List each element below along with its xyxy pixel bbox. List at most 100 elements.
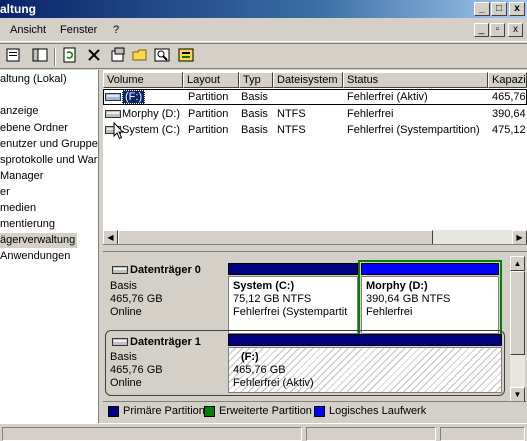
scroll-down-button[interactable]: ▼ xyxy=(510,387,525,402)
partition-status: Fehlerfrei (Aktiv) xyxy=(233,377,314,389)
tree-item-users-groups[interactable]: enutzer und Gruppe xyxy=(0,137,98,152)
volume-name: Morphy (D:) xyxy=(122,108,181,120)
properties-sheet-icon[interactable] xyxy=(108,47,128,67)
partition-bar xyxy=(361,263,499,275)
partition-name: Morphy (D:) xyxy=(366,280,428,292)
partition-body: Morphy (D:) 390,64 GB NTFS Fehlerfrei xyxy=(361,276,499,334)
table-row[interactable]: Morphy (D:) Partition Basis NTFS Fehlerf… xyxy=(103,106,527,122)
volume-kapazitaet: 475,12 G xyxy=(492,124,527,136)
disk-graph-pane[interactable]: Datenträger 0 Basis 465,76 GB Online Sys… xyxy=(103,251,527,423)
toolbar xyxy=(0,43,527,69)
legend-swatch-primary xyxy=(108,406,119,417)
column-header-volume[interactable]: Volume xyxy=(103,72,183,88)
horizontal-scrollbar[interactable]: ◀ ▶ xyxy=(103,230,527,244)
volume-status: Fehlerfrei (Systempartition) xyxy=(347,124,480,136)
status-bar xyxy=(0,423,527,441)
tree-item-removable-media[interactable]: medien xyxy=(0,201,36,216)
legend-label-primary: Primäre Partition xyxy=(123,405,205,417)
partition-body: System (C:) 75,12 GB NTFS Fehlerfrei (Sy… xyxy=(228,276,358,334)
column-header-status[interactable]: Status xyxy=(343,72,488,88)
hard-disk-icon xyxy=(112,266,128,274)
mdi-close-button[interactable]: x xyxy=(508,23,523,37)
refresh-icon[interactable] xyxy=(60,47,80,67)
close-button[interactable]: x xyxy=(509,2,525,16)
tree-item-device-manager[interactable]: Manager xyxy=(0,169,43,184)
mouse-cursor-icon xyxy=(113,122,125,140)
volume-layout: Partition xyxy=(188,108,229,120)
disk-size: 465,76 GB xyxy=(110,364,163,376)
tree-item-eventviewer[interactable]: anzeige xyxy=(0,104,39,119)
column-header-dateisystem[interactable]: Dateisystem xyxy=(273,72,343,88)
minimize-button[interactable]: _ xyxy=(474,2,490,16)
volume-layout: Partition xyxy=(188,91,229,103)
column-header-layout[interactable]: Layout xyxy=(183,72,239,88)
tree-item-disk-management[interactable]: ägerverwaltung xyxy=(0,233,77,248)
volume-kapazitaet: 390,64 xyxy=(492,108,526,120)
volume-status: Fehlerfrei xyxy=(347,108,394,120)
show-hide-tree-icon[interactable] xyxy=(30,47,50,67)
disk-name: Datenträger 1 xyxy=(130,336,201,348)
disk-name: Datenträger 0 xyxy=(130,264,201,276)
maximize-button[interactable]: □ xyxy=(491,2,507,16)
volume-typ: Basis xyxy=(241,91,268,103)
volume-typ: Basis xyxy=(241,108,268,120)
window-title: altung xyxy=(0,2,36,16)
console-tree[interactable]: altung (Lokal) anzeige ebene Ordner enut… xyxy=(0,70,99,423)
tree-item-root[interactable]: altung (Lokal) xyxy=(0,72,67,87)
partition-bar xyxy=(228,263,358,275)
volume-status: Fehlerfrei (Aktiv) xyxy=(347,91,428,103)
tree-item-perf-logs[interactable]: sprotokolle und War xyxy=(0,153,97,168)
menu-help[interactable]: ? xyxy=(113,24,119,36)
column-header-kapazitaet[interactable]: Kapazi xyxy=(488,72,527,88)
scroll-right-button[interactable]: ▶ xyxy=(512,230,527,244)
explore-icon[interactable] xyxy=(152,47,172,67)
partition-size: 75,12 GB NTFS xyxy=(233,293,312,305)
scroll-up-button[interactable]: ▲ xyxy=(510,256,525,271)
volume-dateisystem: NTFS xyxy=(277,108,306,120)
partition-size: 465,76 GB xyxy=(233,364,286,376)
partition-bar xyxy=(228,334,502,346)
table-row[interactable]: System (C:) Partition Basis NTFS Fehlerf… xyxy=(103,122,527,138)
scroll-thumb[interactable] xyxy=(510,271,525,355)
table-row[interactable]: (F:) Partition Basis Fehlerfrei (Aktiv) … xyxy=(103,89,527,105)
partition-name: System (C:) xyxy=(233,280,295,292)
vertical-scrollbar[interactable]: ▲ ▼ xyxy=(510,256,525,402)
volume-layout: Partition xyxy=(188,124,229,136)
volume-name: (F:) xyxy=(122,90,146,104)
open-folder-icon[interactable] xyxy=(130,47,150,67)
legend-label-logical: Logisches Laufwerk xyxy=(329,405,427,417)
toolbar-separator xyxy=(54,48,56,66)
menu-ansicht[interactable]: Ansicht xyxy=(10,24,46,36)
help-icon[interactable] xyxy=(176,47,196,67)
legend-swatch-extended xyxy=(204,406,215,417)
properties-icon[interactable] xyxy=(4,47,24,67)
mdi-restore-button[interactable]: ▫ xyxy=(490,23,505,37)
disk-type: Basis xyxy=(110,280,137,292)
status-cell xyxy=(440,427,525,441)
hard-disk-icon xyxy=(112,338,128,346)
volume-typ: Basis xyxy=(241,124,268,136)
tree-item-storage[interactable]: er xyxy=(0,185,10,200)
scroll-left-button[interactable]: ◀ xyxy=(103,230,118,244)
scroll-thumb[interactable] xyxy=(118,230,433,244)
disk-state: Online xyxy=(110,377,142,389)
column-header-typ[interactable]: Typ xyxy=(239,72,273,88)
partition-name: (F:) xyxy=(241,351,259,363)
partition-status: Fehlerfrei xyxy=(366,306,413,318)
tree-item-shared-folders[interactable]: ebene Ordner xyxy=(0,121,68,136)
mdi-minimize-button[interactable]: _ xyxy=(474,23,489,37)
disk-state: Online xyxy=(110,306,142,318)
legend-label-extended: Erweiterte Partition xyxy=(219,405,312,417)
delete-icon[interactable] xyxy=(84,47,104,67)
volume-list[interactable]: Volume Layout Typ Dateisystem Status Kap… xyxy=(103,70,527,245)
status-cell xyxy=(2,427,302,441)
disk-size: 465,76 GB xyxy=(110,293,163,305)
menu-fenster[interactable]: Fenster xyxy=(60,24,97,36)
menu-bar: Ansicht Fenster ? xyxy=(0,18,527,42)
volume-dateisystem: NTFS xyxy=(277,124,306,136)
tree-item-defrag[interactable]: mentierung xyxy=(0,217,55,232)
volume-disk-icon xyxy=(105,93,121,101)
title-bar: altung _ □ x xyxy=(0,0,527,18)
volume-kapazitaet: 465,76 xyxy=(492,91,526,103)
tree-item-services-apps[interactable]: Anwendungen xyxy=(0,249,70,264)
